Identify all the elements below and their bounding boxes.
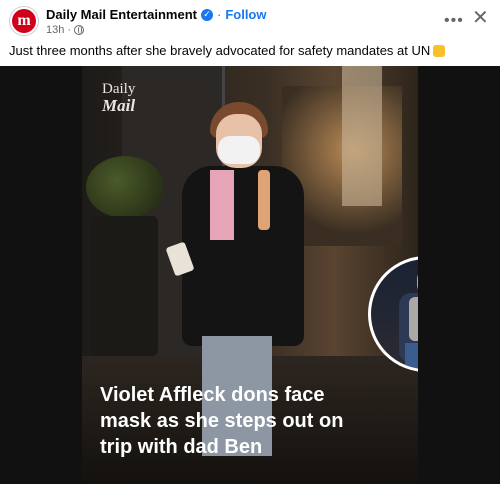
caption-text: Just three months after she bravely advo… xyxy=(9,43,431,58)
close-icon[interactable]: ✕ xyxy=(472,8,489,28)
verified-badge-icon: ✓ xyxy=(200,8,213,21)
inset-photo-circle xyxy=(368,256,418,372)
image-headline: Violet Affleck dons face mask as she ste… xyxy=(100,382,410,460)
post-media[interactable]: Daily Mail Violet Affleck dons face mask… xyxy=(0,66,500,484)
headline-line: trip with dad Ben xyxy=(100,436,263,458)
logo-daily-text: Daily xyxy=(102,81,136,97)
person-jacket xyxy=(182,166,304,346)
headline-line: mask as she steps out on xyxy=(100,410,344,432)
person-face-mask xyxy=(218,136,260,164)
title-row: Daily Mail Entertainment ✓ · Follow xyxy=(46,7,267,22)
post-time[interactable]: 13h xyxy=(46,24,64,36)
title-separator: · xyxy=(216,7,222,22)
photo-plant xyxy=(86,156,164,218)
post-caption: Just three months after she bravely advo… xyxy=(9,43,446,58)
person-backpack-strap xyxy=(258,170,270,230)
page-name[interactable]: Daily Mail Entertainment xyxy=(46,7,197,22)
headline-line: Violet Affleck dons face xyxy=(100,384,325,406)
follow-button[interactable]: Follow xyxy=(225,7,266,22)
meta-separator: · xyxy=(67,24,72,36)
more-options-icon[interactable]: ••• xyxy=(444,12,464,30)
photo-background-column xyxy=(342,66,382,206)
page-avatar[interactable]: m xyxy=(9,6,39,36)
post-header: m Daily Mail Entertainment ✓ · Follow 13… xyxy=(0,0,500,40)
logo-mail-text: Mail xyxy=(102,96,136,115)
person-shirt xyxy=(210,170,234,240)
globe-icon xyxy=(74,25,85,35)
daily-mail-watermark: Daily Mail xyxy=(102,81,136,115)
photo-planter xyxy=(90,216,158,356)
post-meta: 13h · xyxy=(46,24,85,36)
clap-emoji-icon xyxy=(433,45,446,57)
inset-person-head xyxy=(417,269,418,295)
daily-mail-logo-icon: m xyxy=(12,9,36,33)
inset-person-jeans xyxy=(405,343,418,369)
inset-person-vest xyxy=(409,297,418,341)
